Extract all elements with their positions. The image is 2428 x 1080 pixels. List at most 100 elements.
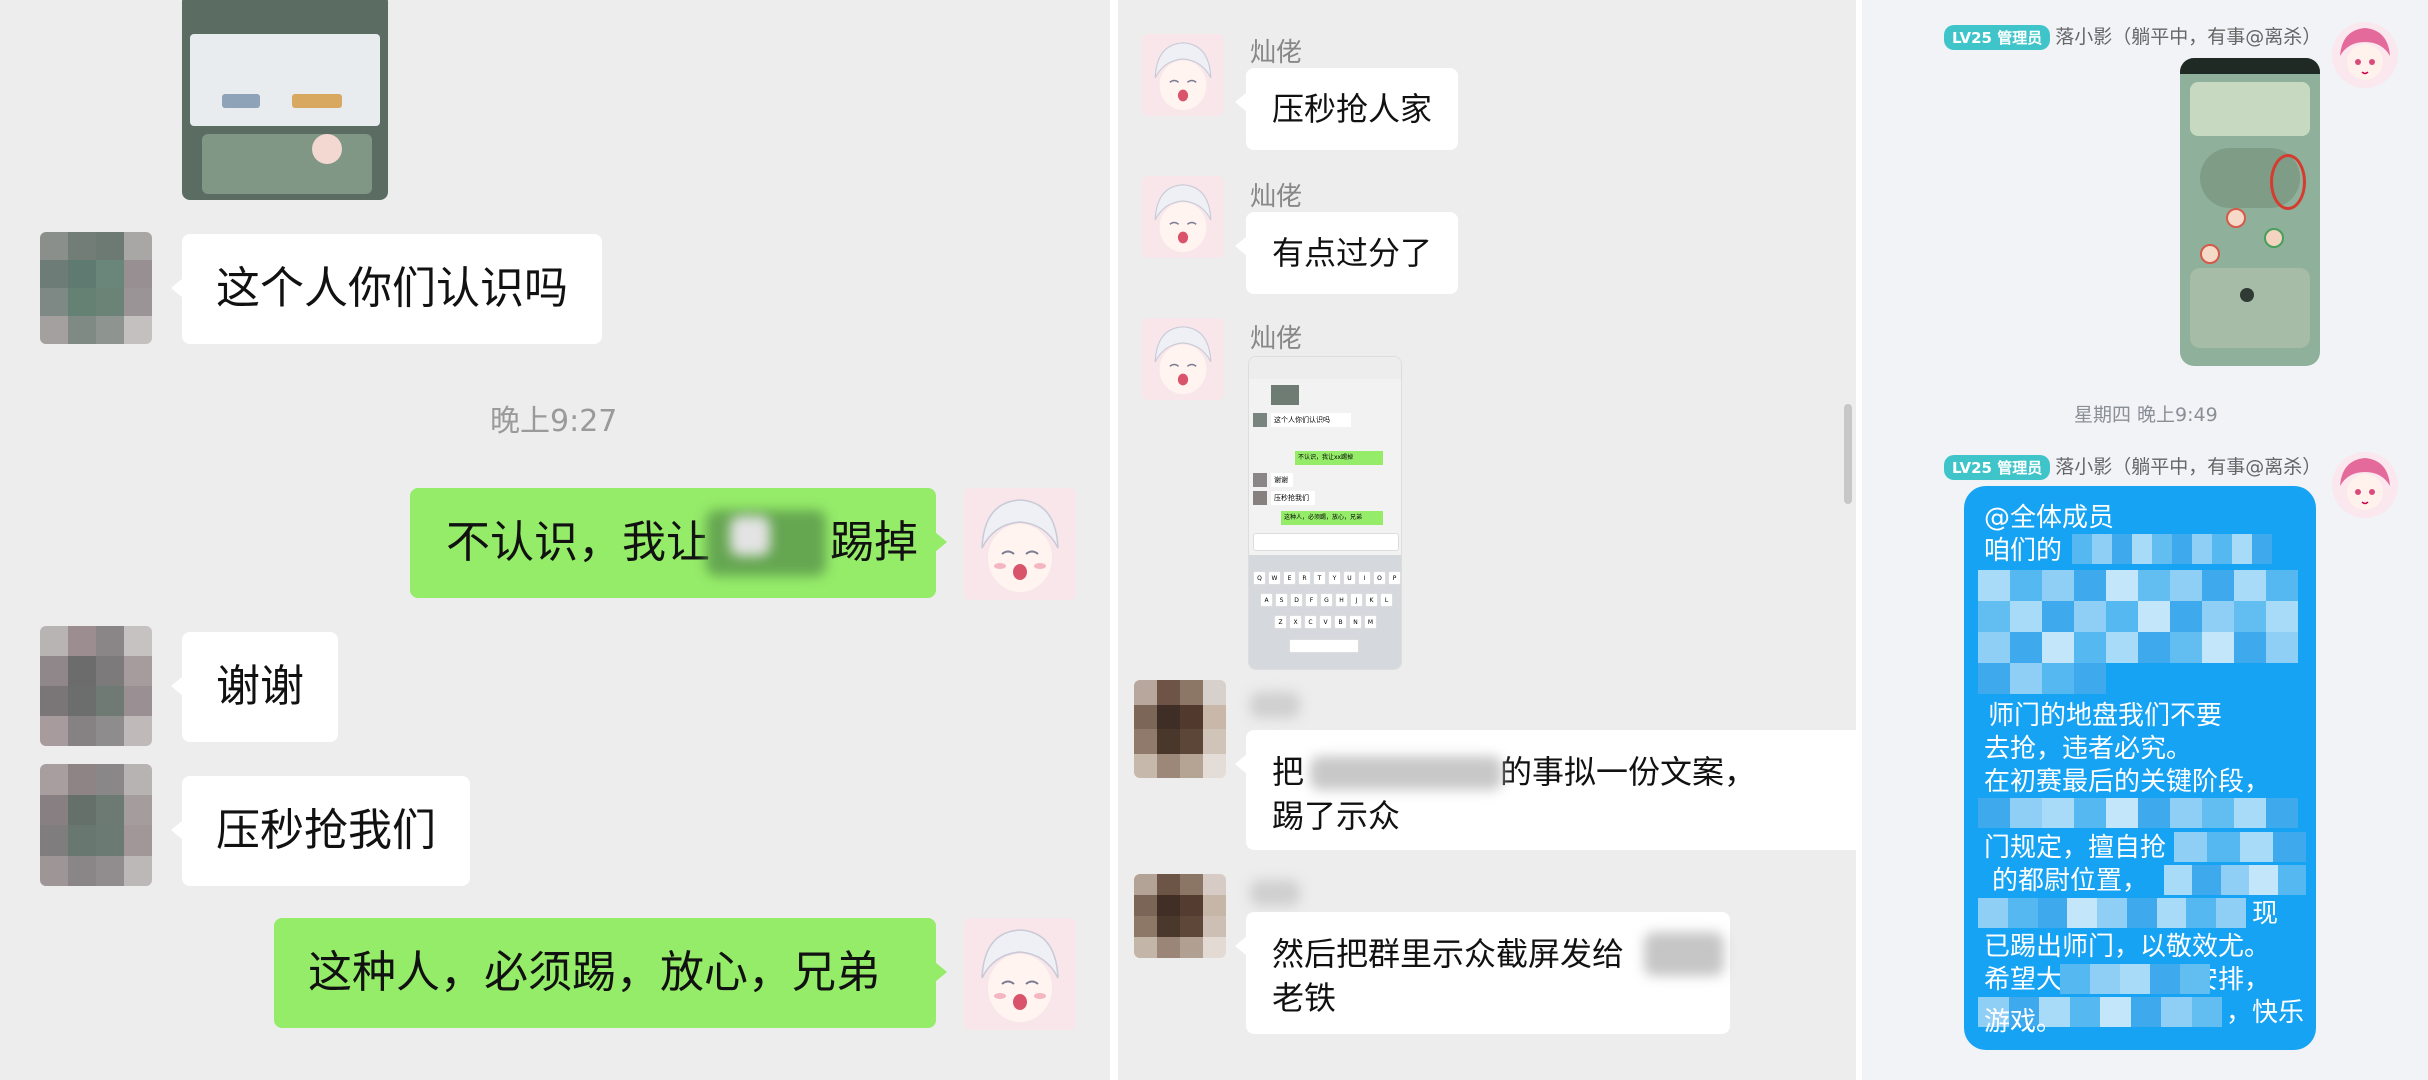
message-bubble[interactable]: 谢谢: [171, 632, 338, 742]
message-text: 压秒抢人家: [1272, 90, 1433, 128]
key: G: [1320, 593, 1333, 607]
timestamp: 星期四 晚上9:49: [2074, 404, 2218, 426]
message-text: 这种人，必须踢，放心，兄弟: [308, 947, 880, 998]
thumb-message: 这种人，必须踢，放心，兄弟: [1281, 511, 1383, 525]
redaction-mosaic: [2060, 964, 2210, 994]
key: W: [1268, 571, 1281, 585]
redaction-mosaic: [1978, 898, 2246, 928]
chat-screenshot-image[interactable]: 这个人你们认识吗 不认识，我让xx踢掉 谢谢 压秒抢我们 这种人，必须踢，放心，…: [1248, 356, 1402, 670]
message-text: 踢了示众: [1272, 797, 1401, 835]
key: P: [1388, 571, 1401, 585]
message-bubble-self[interactable]: 这种人，必须踢，放心，兄弟: [274, 918, 947, 1028]
announcement-line: 在初赛最后的关键阶段，: [1984, 767, 2271, 797]
message-bubble[interactable]: 压秒抢人家: [1235, 68, 1459, 150]
key: S: [1275, 593, 1288, 607]
announcement-line: 游戏。: [1984, 1007, 2063, 1037]
key: H: [1335, 593, 1348, 607]
key: R: [1298, 571, 1311, 585]
key: B: [1334, 615, 1347, 629]
announcement-line: 去抢，违者必究。: [1984, 734, 2193, 764]
key: T: [1313, 571, 1326, 585]
sender-avatar[interactable]: [1142, 176, 1224, 258]
redacted-sender-name: [1250, 692, 1300, 718]
announcement-line: 的都尉位置，: [1992, 866, 2149, 896]
key: Z: [1274, 615, 1287, 629]
mention-all[interactable]: @全体成员: [1984, 502, 2114, 535]
contact-avatar[interactable]: [40, 232, 152, 344]
sender-name: 灿佬: [1250, 38, 1303, 68]
key: M: [1364, 615, 1377, 629]
key: A: [1260, 593, 1273, 607]
message-bubble[interactable]: 压秒抢我们: [171, 776, 470, 886]
sender-avatar[interactable]: [2332, 22, 2398, 88]
announcement-line: 咱们的: [1984, 536, 2063, 566]
key: U: [1343, 571, 1356, 585]
redaction-mosaic: [2072, 534, 2272, 564]
thumb-message: 谢谢: [1271, 473, 1293, 487]
message-text: 踢掉: [830, 517, 918, 568]
level-admin-badge: LV25 管理员: [1944, 455, 2051, 480]
message-bubble[interactable]: 然后把群里示众截屏发给 老铁: [1235, 912, 1730, 1034]
message-text: 的事拟一份文案，: [1500, 753, 1757, 791]
announcement-bubble[interactable]: @全体成员 咱们的 师门的地盘我们不要 去抢，违者必究。 在初赛最后的关键阶段，…: [1964, 486, 2316, 1050]
chat-panel-left: 这个人你们认识吗 晚上9:27 不认识，我让 踢掉 谢谢 压秒抢我们 这种人，必…: [0, 0, 1110, 1080]
thumb-message: 不认识，我让xx踢掉: [1295, 451, 1383, 465]
message-text: 老铁: [1272, 979, 1337, 1017]
contact-avatar[interactable]: [1134, 680, 1226, 778]
self-avatar[interactable]: [964, 918, 1076, 1030]
redaction-blur: [1310, 756, 1502, 790]
contact-avatar[interactable]: [1134, 874, 1226, 958]
message-bubble[interactable]: 把 的事拟一份文案， 踢了示众: [1235, 730, 1856, 850]
key: O: [1373, 571, 1386, 585]
key: I: [1358, 571, 1371, 585]
message-text: 有点过分了: [1272, 234, 1433, 272]
shared-image-thumbnail[interactable]: [182, 0, 388, 200]
self-avatar[interactable]: [964, 488, 1076, 600]
redaction-mosaic: [1978, 570, 2298, 694]
key: C: [1304, 615, 1317, 629]
key: V: [1319, 615, 1332, 629]
sender-name: 灿佬: [1250, 324, 1303, 354]
message-bubble[interactable]: 有点过分了: [1235, 212, 1459, 294]
key: D: [1290, 593, 1303, 607]
key: J: [1350, 593, 1363, 607]
sender-name: 灿佬: [1250, 182, 1303, 212]
key: L: [1380, 593, 1393, 607]
sender-avatar[interactable]: [1142, 34, 1224, 116]
sender-avatar[interactable]: [2332, 452, 2398, 518]
key: K: [1365, 593, 1378, 607]
message-bubble-self[interactable]: 不认识，我让 踢掉: [410, 488, 947, 598]
announcement-line: 已踢出师门，以敬效尤。: [1984, 932, 2271, 962]
sender-avatar[interactable]: [1142, 318, 1224, 400]
chat-panel-right: LV25 管理员 落小影（躺平中，有事@离杀） 星期四 晚上9:49 LV25 …: [1862, 0, 2428, 1080]
redaction-mosaic: [2164, 865, 2306, 895]
contact-avatar[interactable]: [40, 626, 152, 746]
scrollbar[interactable]: [1844, 404, 1852, 504]
level-admin-badge: LV25 管理员: [1944, 25, 2051, 50]
redaction-blur: [1644, 932, 1724, 976]
thumb-message: 压秒抢我们: [1271, 491, 1315, 505]
game-screenshot-image[interactable]: [2180, 58, 2320, 366]
redacted-sender-name: [1250, 880, 1300, 906]
announcement-line: ，快乐: [2226, 998, 2305, 1028]
message-text: 把: [1272, 753, 1305, 791]
key: N: [1349, 615, 1362, 629]
contact-avatar[interactable]: [40, 764, 152, 886]
redaction-blur: [730, 516, 770, 556]
redaction-mosaic: [1978, 798, 2298, 828]
key: E: [1283, 571, 1296, 585]
announcement-line: 门规定，擅自抢: [1984, 833, 2167, 863]
message-bubble[interactable]: 这个人你们认识吗: [171, 234, 602, 344]
key: Y: [1328, 571, 1341, 585]
message-text: 然后把群里示众截屏发给: [1272, 935, 1625, 973]
sender-name: 落小影（躺平中，有事@离杀）: [2055, 26, 2322, 48]
timestamp: 晚上9:27: [490, 404, 618, 439]
redaction-mosaic: [2174, 832, 2306, 862]
key: F: [1305, 593, 1318, 607]
thumb-message: 这个人你们认识吗: [1271, 413, 1351, 427]
announcement-line: 现: [2252, 899, 2279, 929]
message-text: 压秒抢我们: [216, 805, 436, 856]
message-text: 谢谢: [216, 661, 304, 712]
chat-panel-middle: 灿佬 压秒抢人家 灿佬 有点过分了 灿佬 这个人你们认识吗 不认识，我让xx踢掉…: [1118, 0, 1856, 1080]
sender-name: 落小影（躺平中，有事@离杀）: [2055, 456, 2322, 478]
